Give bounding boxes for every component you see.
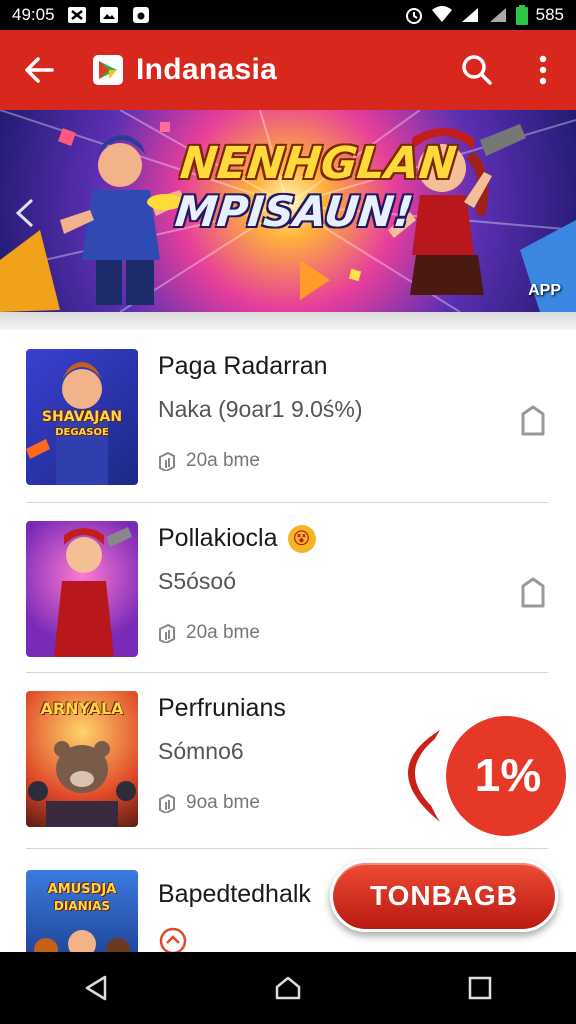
app-title: Pollakiocla 😵 [158,524,316,553]
camera-icon [132,7,149,23]
back-arrow-icon [25,57,54,83]
back-triangle-icon [85,975,107,1001]
search-button[interactable] [444,30,510,110]
thumbnail-title: AMUSDJA [47,882,117,897]
app-subtitle: Sómno6 [158,738,244,764]
promo-banner[interactable]: NENHGLAN MPISAUN! APP [0,110,576,312]
app-size: 20a bme [186,622,260,643]
app-size: 9oa bme [186,792,260,813]
list-item[interactable]: Pollakiocla 😵 S5ósoó 20a bme [0,502,576,673]
status-bar: 49:05 585 [0,0,576,30]
banner-separator [0,312,576,330]
overflow-menu-button[interactable] [510,30,576,110]
banner-badge: APP [528,282,561,299]
app-size: 20a bme [186,450,260,471]
app-title: Indanasia [136,53,278,86]
app-logo [93,55,123,85]
rating-badge-icon [159,927,187,952]
more-vert-icon [539,55,547,85]
app-thumbnail: AMUSDJA DIANIAS [26,870,138,952]
status-time: 49:05 [12,5,55,24]
size-icon [159,451,175,471]
promo-fab[interactable]: 1% [378,708,570,844]
banner-title-line2: MPISAUN! [172,187,416,236]
app-title: Perfrunians [158,694,286,722]
size-icon [159,623,175,643]
thumbnail-title: ARNYALA [40,699,124,718]
app-thumbnail [26,521,138,657]
app-title: Bapedtedhalk [158,880,311,908]
back-button[interactable] [0,30,78,110]
app-title-emoji: 😵 [287,524,316,553]
signal-icon [461,8,478,22]
nav-recents-button[interactable] [440,952,520,1024]
thumbnail-art [54,527,132,657]
image-icon [99,7,118,23]
alarm-icon [405,8,422,24]
app-list: SHAVAJAN DEGASOE Paga Radarran Naka (9oa… [0,330,576,952]
download-icon[interactable] [518,576,548,610]
search-icon [462,55,492,85]
app-bar: Indanasia [0,30,576,110]
promo-label: 1% [474,749,542,801]
app-subtitle: Naka (9oar1 9.0ś%) [158,396,363,422]
thumbnail-subtitle: DIANIAS [53,899,111,913]
app-title-text: Pollakiocla [158,524,278,552]
recents-icon [468,976,492,1000]
signal-icon [489,8,506,22]
wifi-icon [431,6,452,22]
download-icon[interactable] [518,404,548,438]
thumbnail-title: SHAVAJAN [41,409,123,425]
banner-prev-icon[interactable] [14,198,36,228]
app-title: Paga Radarran [158,352,328,380]
banner-title-line1: NENHGLAN [177,138,459,189]
app-meta: 9oa bme [158,792,260,814]
thumbnail-subtitle: DEGASOE [55,427,109,438]
nav-back-button[interactable] [56,952,136,1024]
system-nav-bar [0,952,576,1024]
app-subtitle: S5ósoó [158,568,237,594]
app-meta: 20a bme [158,450,260,472]
left-hero [60,135,186,305]
size-icon [159,793,175,813]
nav-home-button[interactable] [248,952,328,1024]
app-thumbnail: SHAVAJAN DEGASOE [26,349,138,485]
notification-icon [67,7,86,23]
app-thumbnail: ARNYALA [26,691,138,827]
app-meta: 20a bme [158,622,260,644]
home-icon [275,976,301,1000]
list-item[interactable]: SHAVAJAN DEGASOE Paga Radarran Naka (9oa… [0,330,576,503]
battery-level: 585 [535,5,564,24]
banner-title: NENHGLAN MPISAUN! [172,138,459,236]
cta-button[interactable]: TONBAGB [330,860,558,932]
battery-icon [515,5,528,25]
